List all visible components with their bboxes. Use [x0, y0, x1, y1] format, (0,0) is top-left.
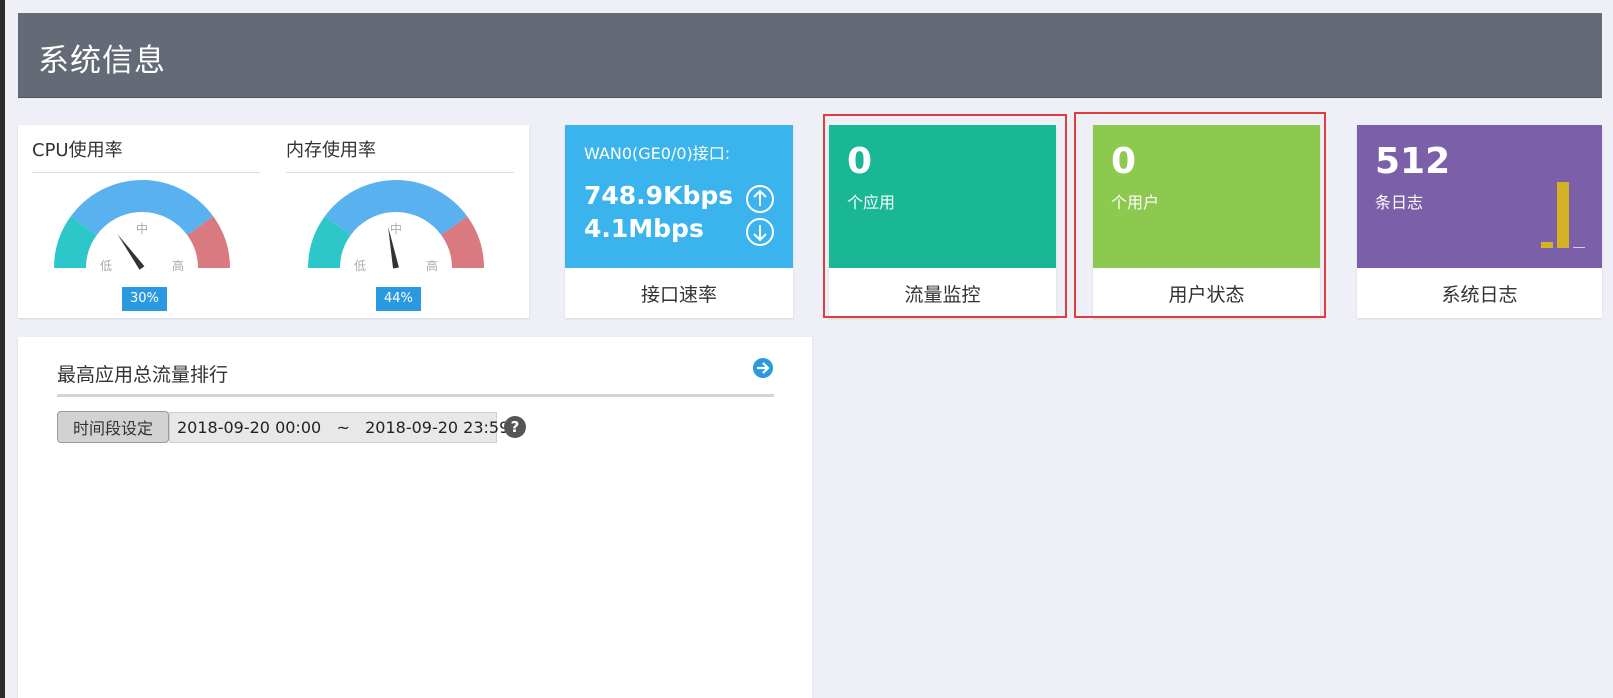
- usage-gauges-card: CPU使用率 中 低 高 30% 内存使用率 中 低 高 44%: [18, 125, 529, 318]
- gauge-mid-label: 中: [136, 221, 148, 236]
- page-header: 系统信息: [18, 13, 1602, 98]
- gauge-high-label: 高: [172, 258, 184, 273]
- arrow-up-circle-icon: [746, 185, 774, 213]
- gauge-low-label: 低: [100, 259, 112, 273]
- memory-gauge-dial: 中 低 高: [308, 180, 484, 273]
- gauge-high-band: [186, 216, 230, 269]
- question-circle-icon[interactable]: ?: [504, 416, 526, 438]
- system-log-link[interactable]: 系统日志: [1357, 268, 1602, 318]
- highlight-box-user: [1074, 112, 1326, 318]
- time-range-button[interactable]: 时间段设定: [57, 411, 169, 443]
- divider: [57, 394, 774, 397]
- top-app-traffic-panel: 最高应用总流量排行 时间段设定 2018-09-20 00:00 ~ 2018-…: [18, 337, 812, 698]
- cpu-gauge: CPU使用率 中 低 高 30%: [32, 125, 260, 318]
- gauge-low-band: [308, 216, 352, 269]
- log-count-unit: 条日志: [1375, 193, 1424, 212]
- cpu-gauge-title: CPU使用率: [32, 140, 123, 161]
- system-log-tile-body: 512 条日志: [1357, 125, 1602, 268]
- gauge-low-band: [54, 216, 98, 269]
- cpu-gauge-dial: 中 低 高: [54, 180, 230, 273]
- gauge-high-band: [440, 216, 484, 269]
- download-rate: 4.1Mbps: [584, 214, 704, 243]
- panel-title: 最高应用总流量排行: [57, 364, 229, 386]
- interface-name: WAN0(GE0/0)接口:: [584, 144, 731, 163]
- divider: [32, 172, 260, 173]
- gauge-low-label: 低: [354, 259, 366, 273]
- gauge-mid-label: 中: [390, 221, 402, 236]
- gauge-high-label: 高: [426, 258, 438, 273]
- system-log-tile[interactable]: 512 条日志 系统日志: [1357, 125, 1602, 318]
- memory-gauge: 内存使用率 中 低 高 44%: [286, 125, 514, 318]
- sparkline-bar: [1557, 182, 1569, 248]
- upload-rate: 748.9Kbps: [584, 181, 734, 210]
- interface-rate-link[interactable]: 接口速率: [565, 268, 793, 318]
- page-title: 系统信息: [38, 43, 166, 79]
- log-count: 512: [1375, 141, 1451, 182]
- sparkline-bar: [1541, 242, 1553, 248]
- highlight-box-flow: [823, 114, 1067, 318]
- memory-usage-value: 44%: [376, 287, 421, 311]
- cpu-usage-value: 30%: [122, 287, 167, 311]
- interface-rate-tile-body: WAN0(GE0/0)接口: 748.9Kbps 4.1Mbps: [565, 125, 793, 268]
- arrow-down-circle-icon: [746, 218, 774, 246]
- interface-rate-tile[interactable]: WAN0(GE0/0)接口: 748.9Kbps 4.1Mbps 接口速率: [565, 125, 793, 318]
- time-range-field[interactable]: 2018-09-20 00:00 ~ 2018-09-20 23:59: [169, 412, 509, 443]
- memory-gauge-title: 内存使用率: [286, 140, 376, 161]
- divider: [286, 172, 514, 173]
- log-sparkline: [1541, 182, 1585, 248]
- arrow-right-circle-icon[interactable]: [752, 357, 774, 379]
- sparkline-bar: [1573, 247, 1585, 248]
- window-left-edge: [0, 0, 5, 698]
- gauge-needle: [117, 234, 145, 270]
